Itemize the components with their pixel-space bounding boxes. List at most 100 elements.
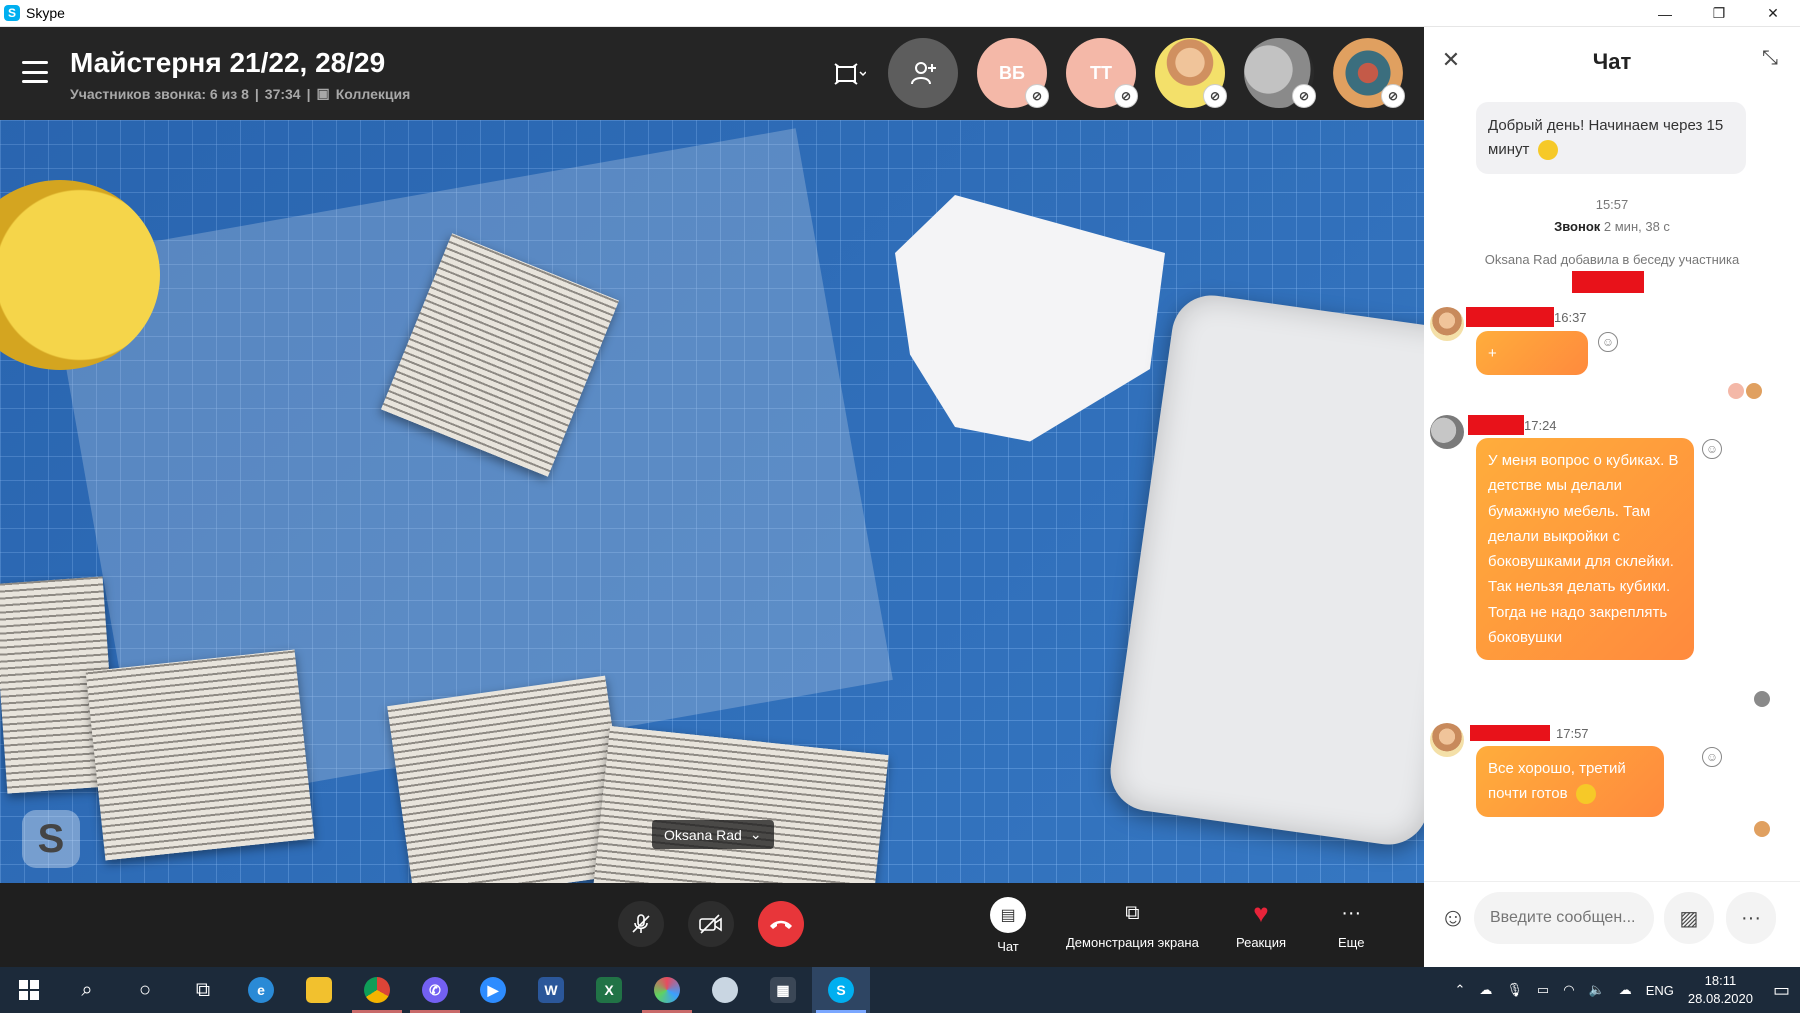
reaction-label: Реакция xyxy=(1236,935,1286,950)
wifi-icon[interactable]: ◠ xyxy=(1563,982,1574,998)
call-event-label: Звонок xyxy=(1554,219,1601,234)
chat-panel: ✕ Чат ⤡ Добрый день! Начинаем через 15 м… xyxy=(1424,27,1800,967)
participant-avatar[interactable]: ВБ ⊘ xyxy=(977,38,1049,108)
windows-taskbar: ⌕ ○ ⧉ e ✆ ▶ W X ▦ S ⌃ ☁ 🎙 ▭ ◠ 🔈 ☁ ENG 18… xyxy=(0,967,1800,1013)
more-dots-icon[interactable]: ··· xyxy=(1726,892,1776,944)
participant-avatar[interactable]: ⊘ xyxy=(1244,38,1316,108)
call-subtitle: Участников звонка: 6 из 8 | 37:34 | ▣ Ко… xyxy=(70,85,410,102)
chevron-up-icon[interactable]: ⌃ xyxy=(1454,982,1465,998)
video-feed: S Oksana Rad ⌄ xyxy=(0,120,1424,883)
message-input[interactable] xyxy=(1474,892,1654,944)
window-title: Skype xyxy=(26,5,65,21)
end-call-button[interactable] xyxy=(758,901,804,947)
chat-input-row: ☺ ▨ ··· xyxy=(1424,881,1800,951)
skype-taskbar-icon[interactable]: S xyxy=(812,967,870,1013)
language-indicator[interactable]: ENG xyxy=(1646,983,1674,998)
separator-text: | xyxy=(306,85,311,102)
viber-icon[interactable]: ✆ xyxy=(406,967,464,1013)
screen-share-button[interactable]: ⧉ Демонстрация экрана xyxy=(1066,897,1199,951)
collection-link[interactable]: Коллекция xyxy=(336,86,411,102)
reaction-smiley-icon[interactable]: ☺ xyxy=(1702,747,1722,767)
skype-watermark-icon: S xyxy=(22,810,80,868)
speaker-name-tag[interactable]: Oksana Rad ⌄ xyxy=(652,820,774,849)
clock-time: 18:11 xyxy=(1704,973,1737,988)
restore-button[interactable]: ❐ xyxy=(1692,0,1746,27)
timestamp: 15:57 xyxy=(1595,197,1629,212)
zoom-icon[interactable]: ▶ xyxy=(464,967,522,1013)
cortana-icon[interactable]: ○ xyxy=(116,967,174,1013)
media-gallery-icon[interactable]: ▨ xyxy=(1664,892,1714,944)
start-windows-icon[interactable] xyxy=(0,967,58,1013)
call-event: Звонок 2 мин, 38 с xyxy=(1424,219,1800,234)
sender-avatar[interactable] xyxy=(1430,415,1464,449)
windows-logo-icon xyxy=(19,980,39,1000)
muted-mic-icon: ⊘ xyxy=(1114,84,1138,108)
muted-mic-icon: ⊘ xyxy=(1292,84,1316,108)
volume-icon[interactable]: 🔈 xyxy=(1589,982,1605,998)
mute-mic-button[interactable] xyxy=(618,901,664,947)
call-area: Майстерня 21/22, 28/29 Участников звонка… xyxy=(0,27,1424,967)
message-time: 17:24 xyxy=(1524,418,1557,433)
chat-label: Чат xyxy=(997,939,1019,954)
close-window-button[interactable]: ✕ xyxy=(1746,0,1800,27)
excel-icon[interactable]: X xyxy=(580,967,638,1013)
calculator-icon[interactable]: ▦ xyxy=(754,967,812,1013)
chrome-icon[interactable] xyxy=(348,967,406,1013)
reaction-smiley-icon[interactable]: ☺ xyxy=(1598,332,1618,352)
participant-avatar[interactable]: ⊘ xyxy=(1155,38,1227,108)
skype-app-icon: S xyxy=(4,5,20,21)
edge-browser-icon[interactable]: e xyxy=(232,967,290,1013)
expand-icon[interactable]: ⤡ xyxy=(1762,47,1788,73)
gallery-icon: ▣ xyxy=(316,85,330,101)
sender-avatar[interactable] xyxy=(1430,307,1464,341)
participant-avatar[interactable]: ⊘ xyxy=(1333,38,1405,108)
window-titlebar: S Skype — ❐ ✕ xyxy=(0,0,1800,27)
onedrive-cloud-icon[interactable]: ☁ xyxy=(1479,982,1492,998)
paint-icon[interactable] xyxy=(696,967,754,1013)
call-controls: ▤ Чат ⧉ Демонстрация экрана ♥ Реакция ··… xyxy=(0,883,1424,967)
notifications-icon[interactable]: ▭ xyxy=(1773,980,1790,1001)
participants-count: Участников звонка: 6 из 8 xyxy=(70,85,249,102)
message-text: Добрый день! Начинаем через 15 минут xyxy=(1488,117,1724,158)
redacted-sender xyxy=(1470,725,1550,741)
word-icon[interactable]: W xyxy=(522,967,580,1013)
redacted-sender xyxy=(1466,307,1554,327)
hang-up-icon xyxy=(770,920,792,929)
more-options-button[interactable]: ··· Еще xyxy=(1338,897,1364,951)
microphone-icon[interactable]: 🎙 xyxy=(1506,982,1523,998)
add-participant-button[interactable] xyxy=(888,38,958,108)
participant-avatars: ВБ ⊘ ТТ ⊘ ⊘ ⊘ ⊘ xyxy=(888,38,1405,108)
cloud-upload-icon[interactable]: ☁ xyxy=(1619,982,1632,998)
screen-layout-icon xyxy=(834,63,866,85)
sender-avatar[interactable] xyxy=(1430,723,1464,757)
message-time: 16:37 xyxy=(1554,310,1587,325)
read-receipt-avatar xyxy=(1754,821,1770,837)
screen-share-icon: ⧉ xyxy=(1125,901,1140,924)
search-icon[interactable]: ⌕ xyxy=(58,967,116,1013)
screen-share-label: Демонстрация экрана xyxy=(1066,935,1199,950)
avatar-initials: ВБ xyxy=(999,62,1025,83)
message-time: 17:57 xyxy=(1556,726,1589,741)
read-receipt-avatar xyxy=(1728,383,1744,399)
clock[interactable]: 18:11 28.08.2020 xyxy=(1688,972,1753,1008)
paint-3d-icon[interactable] xyxy=(638,967,696,1013)
muted-mic-icon: ⊘ xyxy=(1025,84,1049,108)
heart-icon: ♥ xyxy=(1253,897,1269,928)
redacted-name xyxy=(1572,271,1644,293)
battery-icon[interactable]: ▭ xyxy=(1537,982,1549,998)
file-explorer-icon[interactable] xyxy=(290,967,348,1013)
chat-message: + xyxy=(1476,331,1588,375)
camera-toggle-button[interactable] xyxy=(688,901,734,947)
reaction-smiley-icon[interactable]: ☺ xyxy=(1702,439,1722,459)
minimize-button[interactable]: — xyxy=(1638,0,1692,27)
reaction-button[interactable]: ♥ Реакция xyxy=(1236,897,1286,951)
chat-toggle-button[interactable]: ▤ Чат xyxy=(990,897,1026,954)
layout-button[interactable] xyxy=(828,59,872,89)
participant-avatar[interactable]: ТТ ⊘ xyxy=(1066,38,1138,108)
emoji-icon[interactable]: ☺ xyxy=(1436,900,1470,934)
chat-message: Добрый день! Начинаем через 15 минут xyxy=(1476,102,1746,174)
message-text: Все хорошо, третий почти готов xyxy=(1488,760,1626,803)
menu-icon[interactable] xyxy=(22,61,48,83)
task-view-icon[interactable]: ⧉ xyxy=(174,967,232,1013)
call-header: Майстерня 21/22, 28/29 Участников звонка… xyxy=(0,27,1424,120)
